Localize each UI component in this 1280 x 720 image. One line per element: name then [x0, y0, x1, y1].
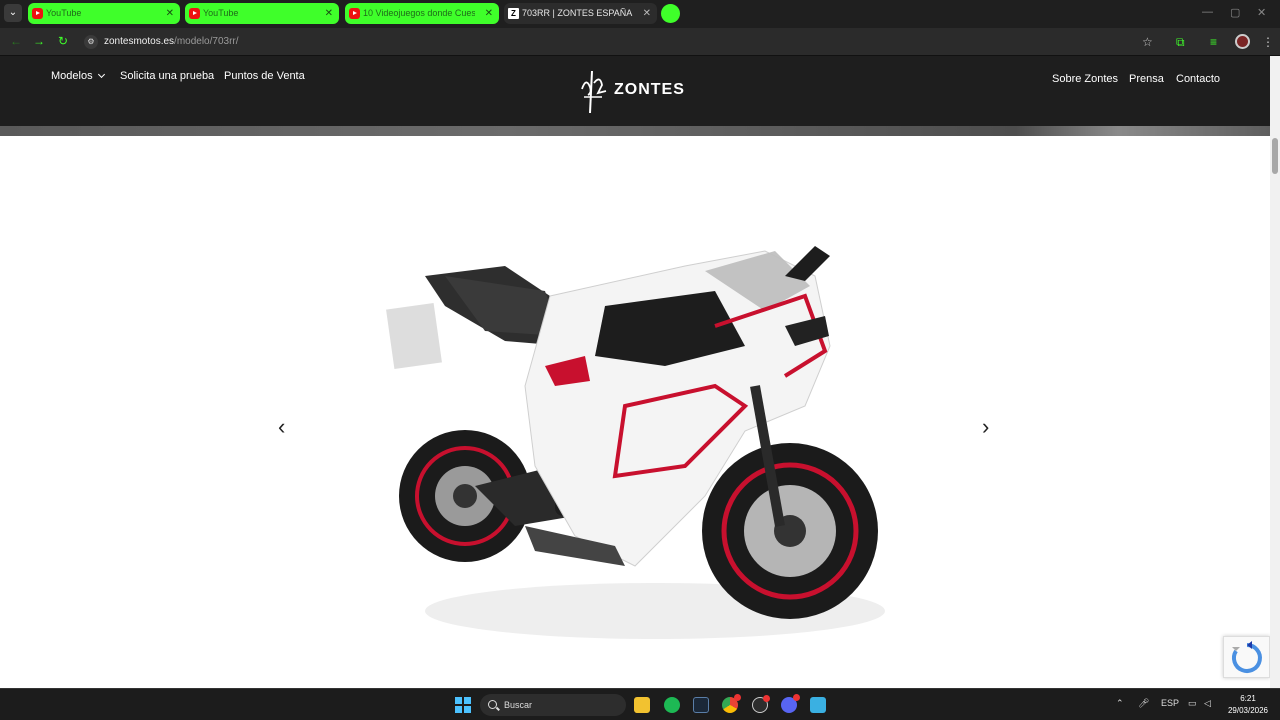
- zontes-emblem-icon: [581, 70, 607, 114]
- chrome-icon[interactable]: [722, 694, 741, 713]
- bookmark-star-icon[interactable]: ☆: [1142, 35, 1153, 49]
- steam-icon[interactable]: [693, 697, 709, 713]
- tab-search-button[interactable]: ⌄: [4, 4, 22, 22]
- notification-badge: [734, 694, 741, 701]
- clock-app-icon[interactable]: [752, 695, 770, 713]
- tab-youtube-3[interactable]: 10 Videojuegos donde Cuesta ✕: [345, 3, 499, 24]
- carousel-prev-button[interactable]: ‹: [278, 416, 292, 438]
- close-icon[interactable]: ✕: [325, 3, 333, 24]
- url-host: zontesmotos.es: [104, 36, 175, 47]
- zontes-logo[interactable]: ZONTES: [578, 69, 698, 115]
- motorcycle-image: [386, 246, 885, 639]
- product-carousel: ‹ ›: [0, 136, 1270, 696]
- youtube-icon: [189, 8, 200, 19]
- profile-avatar[interactable]: [1235, 34, 1250, 49]
- back-arrow-icon[interactable]: ←: [10, 34, 22, 48]
- logo-wordmark: ZONTES: [614, 81, 685, 98]
- youtube-icon: [349, 8, 360, 19]
- tab-title: YouTube: [46, 8, 82, 18]
- notification-badge: [793, 694, 800, 701]
- nav-prensa[interactable]: Prensa: [1129, 73, 1164, 85]
- browser-tab-bar: ⌄ YouTube ✕ YouTube ✕ 10 Videojuegos don…: [0, 0, 1280, 28]
- windows-taskbar: Buscar ⌃ 🎤︎ ESP ▭ ◁ 6:21 29/03/2026: [0, 688, 1280, 720]
- scrollbar-thumb[interactable]: [1272, 138, 1278, 174]
- site-header: Modelos Solicita una prueba Puntos de Ve…: [0, 56, 1270, 126]
- tab-youtube-2[interactable]: YouTube ✕: [185, 3, 339, 24]
- nav-solicita-prueba[interactable]: Solicita una prueba: [120, 70, 214, 82]
- clock-time: 6:21: [1240, 694, 1256, 703]
- chevron-up-icon[interactable]: ⌃: [1116, 698, 1124, 709]
- maximize-icon[interactable]: ▢: [1230, 6, 1240, 19]
- youtube-icon: [32, 8, 43, 19]
- taskbar-search[interactable]: Buscar: [480, 694, 626, 716]
- tab-youtube-1[interactable]: YouTube ✕: [28, 3, 180, 24]
- notepad-icon[interactable]: [810, 697, 826, 713]
- nav-contacto[interactable]: Contacto: [1176, 73, 1220, 85]
- new-tab-button[interactable]: [661, 4, 680, 23]
- clock-date: 29/03/2026: [1227, 706, 1269, 715]
- search-icon: [488, 700, 497, 709]
- hero-banner-edge: [0, 126, 1270, 136]
- recaptcha-icon: [1232, 641, 1262, 673]
- windows-start-icon[interactable]: [455, 697, 471, 713]
- tab-title: 703RR | ZONTES ESPAÑA: [522, 8, 633, 18]
- forward-arrow-icon[interactable]: →: [33, 34, 45, 48]
- notification-badge: [763, 695, 770, 702]
- nav-sobre-zontes[interactable]: Sobre Zontes: [1052, 73, 1118, 85]
- close-icon[interactable]: ✕: [166, 3, 174, 24]
- language-indicator[interactable]: ESP: [1161, 698, 1179, 708]
- spotify-icon[interactable]: [664, 697, 680, 713]
- search-placeholder: Buscar: [504, 700, 533, 710]
- file-explorer-icon[interactable]: [634, 697, 650, 713]
- reload-icon[interactable]: ↻: [58, 34, 68, 48]
- discord-icon[interactable]: [781, 694, 800, 713]
- close-icon[interactable]: ✕: [643, 3, 651, 24]
- chevron-down-icon: [97, 70, 105, 79]
- address-bar[interactable]: zontesmotos.es/modelo/703rr/: [104, 36, 239, 47]
- system-clock[interactable]: 6:21 29/03/2026: [1220, 693, 1276, 717]
- page-scrollbar[interactable]: [1270, 56, 1280, 688]
- nav-puntos-venta[interactable]: Puntos de Venta: [224, 70, 305, 82]
- nav-modelos[interactable]: Modelos: [51, 70, 105, 82]
- volume-icon[interactable]: ◁: [1204, 698, 1211, 709]
- recaptcha-badge[interactable]: [1223, 636, 1270, 678]
- extensions-icon[interactable]: ⧉: [1176, 35, 1185, 50]
- site-settings-icon[interactable]: ⚙: [84, 35, 98, 49]
- tab-title: YouTube: [203, 8, 239, 18]
- carousel-next-button[interactable]: ›: [982, 416, 996, 438]
- network-icon[interactable]: ▭: [1188, 698, 1197, 709]
- url-path: /modelo/703rr/: [174, 36, 239, 47]
- tab-zontes-active[interactable]: Z 703RR | ZONTES ESPAÑA ✕: [504, 3, 657, 24]
- browser-toolbar: ← → ↻ ⚙ zontesmotos.es/modelo/703rr/ ☆ ⧉…: [0, 28, 1280, 56]
- nav-modelos-label: Modelos: [51, 70, 93, 82]
- zontes-z-icon: Z: [508, 8, 519, 19]
- close-window-icon[interactable]: ✕: [1257, 6, 1266, 19]
- media-queue-icon[interactable]: ≡: [1210, 35, 1217, 49]
- tab-title: 10 Videojuegos donde Cuesta: [363, 8, 475, 18]
- close-icon[interactable]: ✕: [485, 3, 493, 24]
- microphone-icon[interactable]: 🎤︎: [1138, 698, 1149, 709]
- more-menu-icon[interactable]: ⋮: [1262, 35, 1274, 49]
- minimize-icon[interactable]: —: [1202, 6, 1213, 18]
